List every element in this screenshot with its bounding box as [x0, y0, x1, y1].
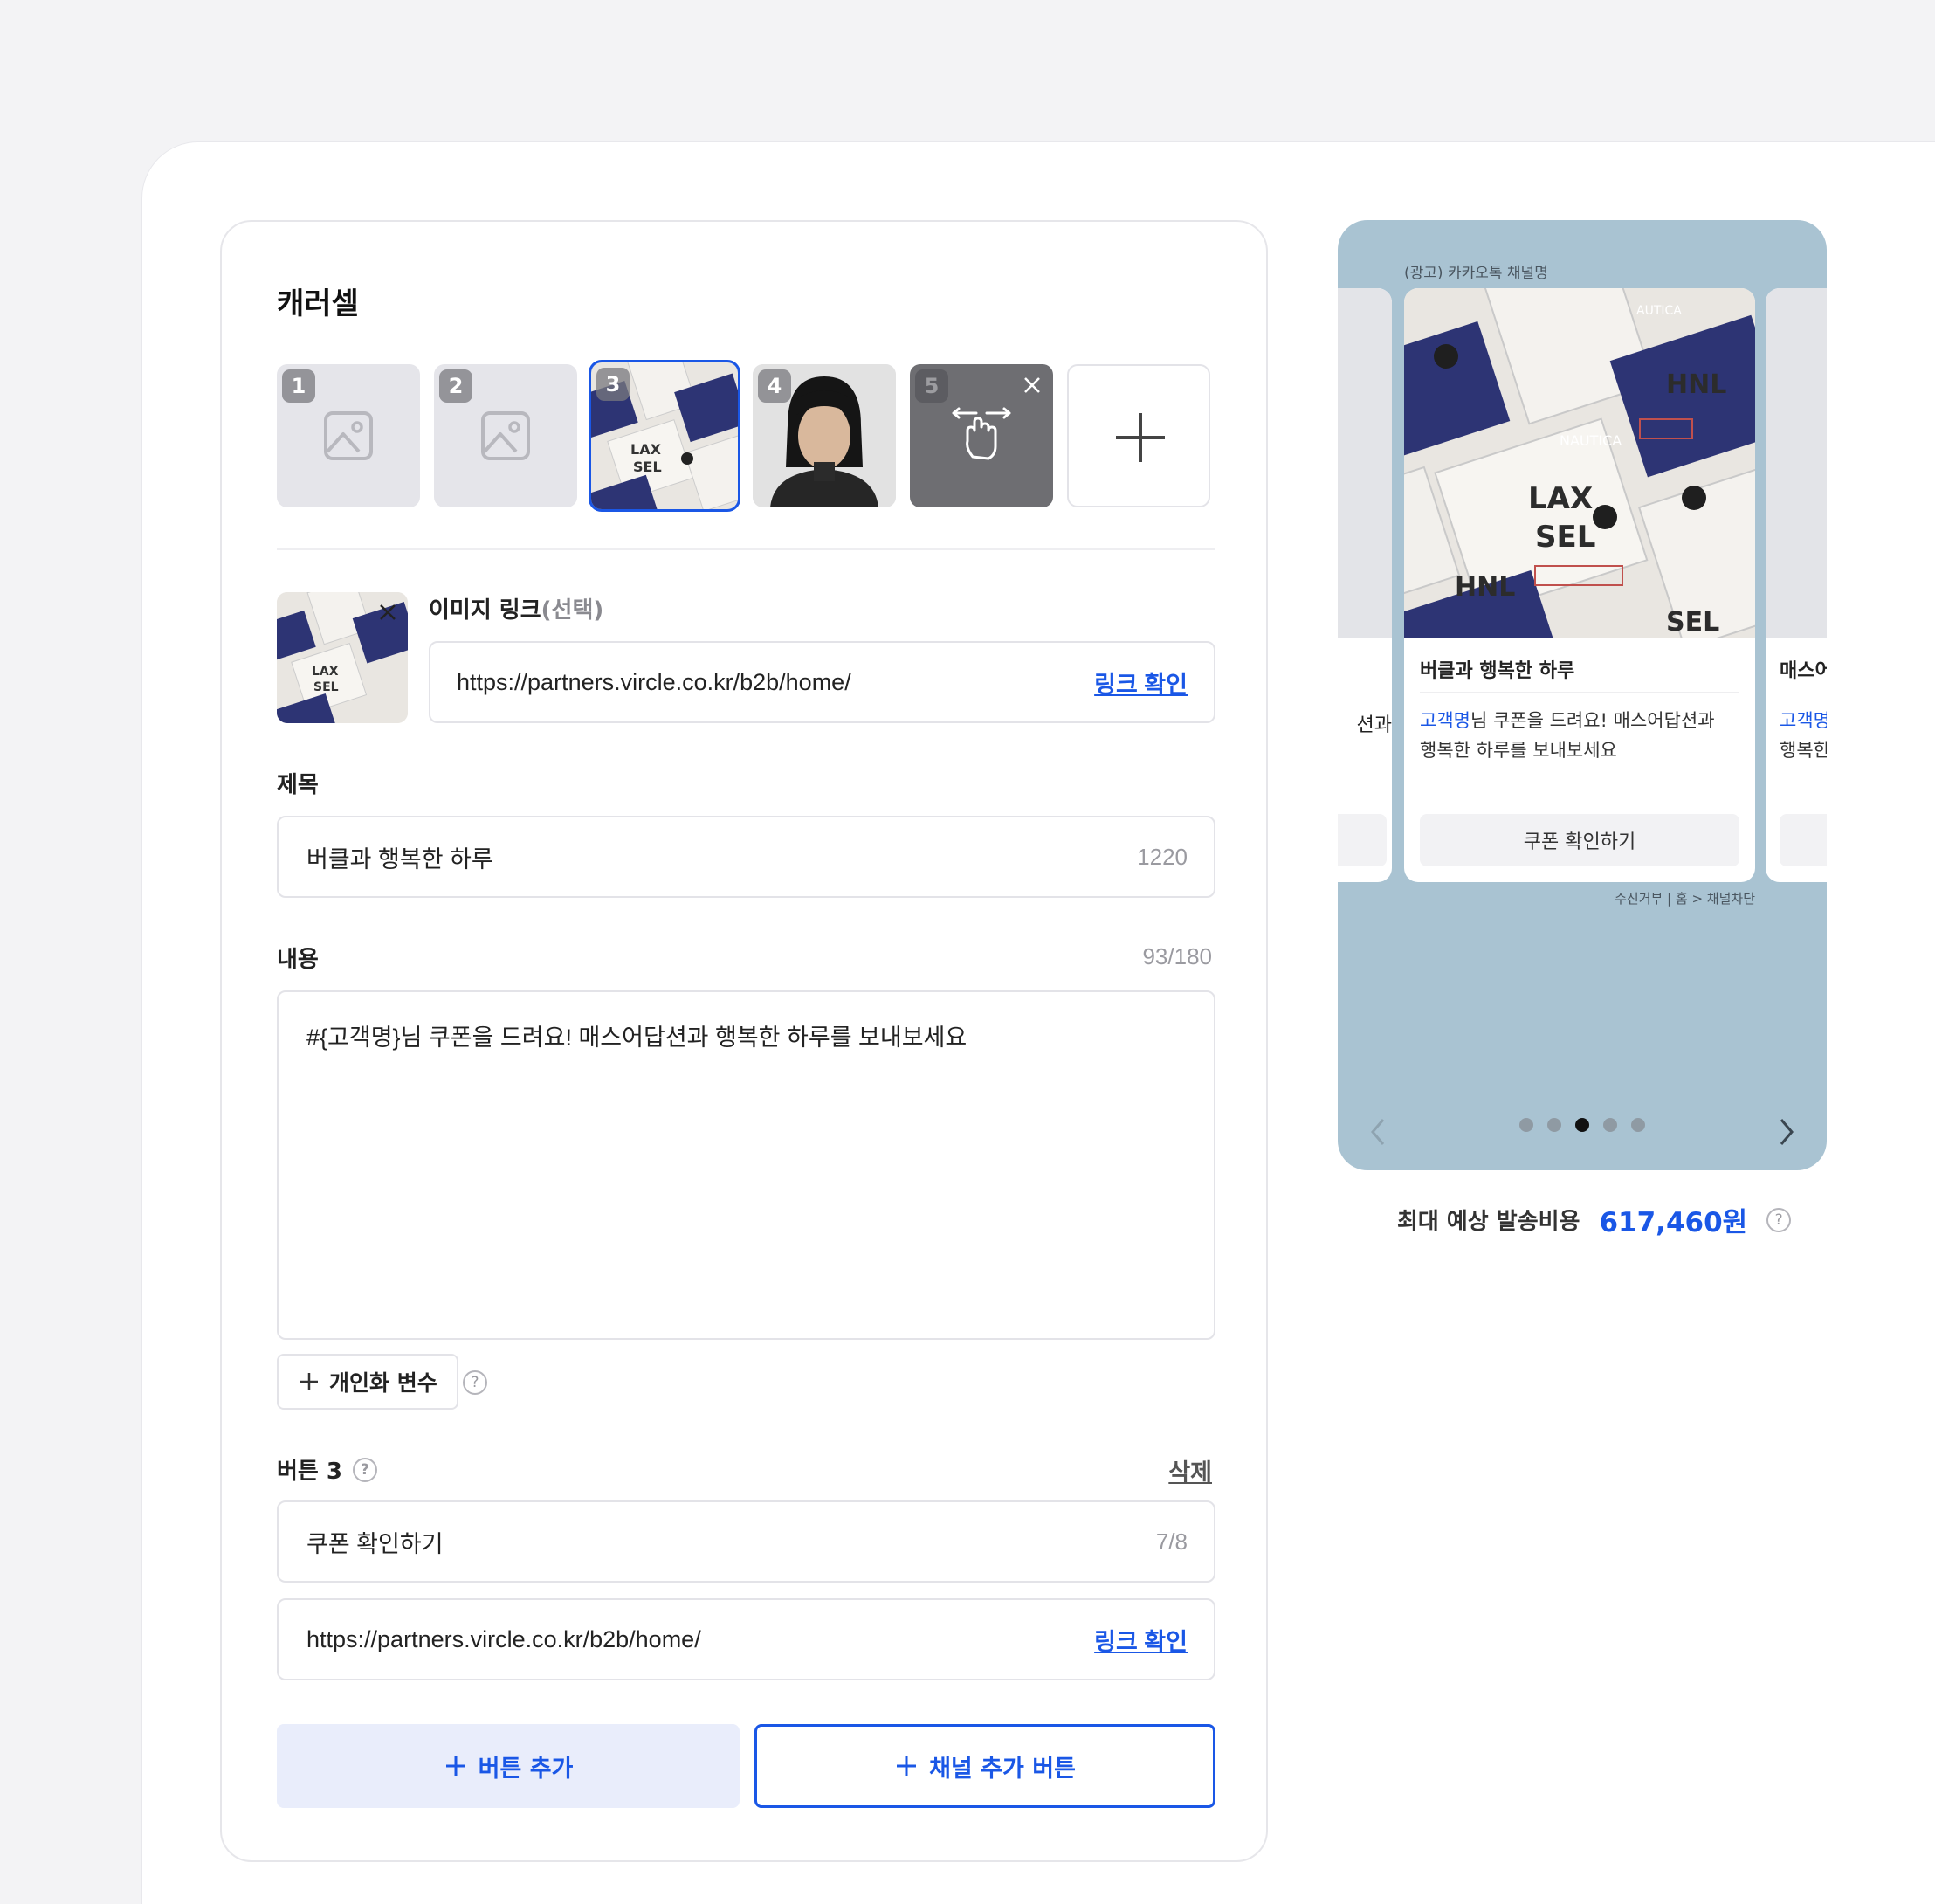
next-card-image [1766, 288, 1827, 638]
card-body: 고객명님 쿠폰을 드려요! 매스어답션과 행복한 하루를 보내보세요 [1420, 706, 1715, 765]
image-link-value: https://partners.vircle.co.kr/b2b/home/ [457, 668, 851, 695]
close-icon[interactable] [1020, 373, 1044, 397]
preview-card[interactable]: LAX SEL HNL SEL HNL NAUTICA AUTICA 버클과 행… [1404, 288, 1755, 882]
slide-thumb-4[interactable]: 4 [753, 364, 896, 507]
carousel-editor-panel: 캐러셀 1 2 LAX SEL 3 4 5 LAX SEL 이미지 링크(선택)… [220, 220, 1268, 1862]
next-card-button [1780, 814, 1827, 866]
personalize-variable-button[interactable]: 개인화 변수 [277, 1354, 458, 1410]
svg-text:SEL: SEL [633, 459, 662, 475]
section-title: 캐러셀 [277, 286, 359, 321]
help-icon[interactable]: ? [352, 1457, 377, 1482]
svg-text:LAX: LAX [1528, 481, 1593, 516]
plus-icon [300, 1373, 318, 1390]
pagination-dot-active[interactable] [1575, 1118, 1589, 1132]
button-url-input[interactable]: https://partners.vircle.co.kr/b2b/home/ … [277, 1598, 1215, 1680]
add-channel-button-label: 채널 추가 버튼 [929, 1755, 1076, 1783]
pagination-dot[interactable] [1631, 1118, 1645, 1132]
image-link-input[interactable]: https://partners.vircle.co.kr/b2b/home/ … [429, 641, 1215, 723]
slide-number-badge: 3 [596, 368, 630, 401]
image-link-label: 이미지 링크(선택) [429, 597, 604, 624]
button-name-input[interactable]: 쿠폰 확인하기 7/8 [277, 1500, 1215, 1583]
slide-number-badge: 4 [758, 369, 791, 403]
card-body-line1: 님 쿠폰을 드려요! 매스어답션과 [1470, 710, 1715, 731]
card-button[interactable]: 쿠폰 확인하기 [1420, 814, 1739, 866]
remove-image-icon[interactable] [375, 599, 401, 625]
card-divider [1420, 692, 1739, 693]
message-preview: (광고) 카카오톡 채널명 션과 LAX SEL HNL SEL HNL NAU… [1338, 220, 1827, 1170]
add-slide-button[interactable] [1067, 364, 1210, 507]
button3-header: 버튼 3 ? [277, 1453, 377, 1486]
slide-number-badge: 5 [915, 369, 948, 403]
content-textarea[interactable]: #{고객명}님 쿠폰을 드려요! 매스어답션과 행복한 하루를 보내보세요 [277, 990, 1215, 1340]
selected-image-preview: LAX SEL [277, 592, 408, 723]
content-char-count: 93/180 [1142, 943, 1212, 969]
svg-text:SEL: SEL [1535, 520, 1595, 555]
plus-icon [1116, 413, 1165, 462]
prev-card-peek[interactable]: 션과 [1338, 288, 1392, 882]
svg-text:LAX: LAX [312, 665, 339, 679]
add-button-button[interactable]: 버튼 추가 [277, 1724, 740, 1808]
title-label: 제목 [277, 772, 319, 798]
svg-text:HNL: HNL [1455, 572, 1515, 603]
pagination-dot[interactable] [1547, 1118, 1561, 1132]
button-name-char-count: 7/8 [1155, 1528, 1188, 1555]
card-title: 버클과 행복한 하루 [1420, 660, 1575, 682]
svg-text:HNL: HNL [1666, 369, 1726, 400]
add-button-label: 버튼 추가 [478, 1755, 574, 1783]
svg-text:NAUTICA: NAUTICA [1560, 432, 1622, 449]
prev-card-body: 션과 [1356, 714, 1392, 736]
estimated-cost: 최대 예상 발송비용 617,460원 ? [1397, 1200, 1792, 1239]
image-placeholder-icon [324, 411, 373, 460]
carousel-pagination [1338, 1118, 1827, 1132]
next-card-title: 매스어 [1780, 660, 1827, 682]
pagination-dot[interactable] [1519, 1118, 1533, 1132]
cost-value: 617,460원 [1599, 1207, 1748, 1238]
add-channel-button[interactable]: 채널 추가 버튼 [754, 1724, 1215, 1808]
drag-hand-icon[interactable] [947, 401, 1016, 471]
title-value: 버클과 행복한 하루 [306, 845, 493, 873]
image-link-check-button[interactable]: 링크 확인 [1094, 666, 1188, 700]
card-image: LAX SEL HNL SEL HNL NAUTICA AUTICA [1404, 288, 1755, 638]
plus-icon [897, 1756, 917, 1776]
button3-delete-link[interactable]: 삭제 [1168, 1453, 1212, 1487]
plus-icon [445, 1756, 465, 1776]
prev-card-image [1338, 288, 1392, 638]
personalize-label: 개인화 변수 [329, 1370, 437, 1396]
content-value: #{고객명}님 쿠폰을 드려요! 매스어답션과 행복한 하루를 보내보세요 [306, 1024, 968, 1051]
svg-text:SEL: SEL [1666, 607, 1719, 638]
content-label: 내용 [277, 947, 319, 973]
button-url-value: https://partners.vircle.co.kr/b2b/home/ [306, 1625, 701, 1652]
svg-text:SEL: SEL [313, 680, 339, 694]
unsubscribe-footer: 수신거부 | 홈 > 채널차단 [1615, 891, 1755, 907]
slide-thumb-2[interactable]: 2 [434, 364, 577, 507]
cost-label: 최대 예상 발송비용 [1397, 1209, 1580, 1235]
svg-text:LAX: LAX [630, 441, 662, 458]
slide-thumb-5[interactable]: 5 [910, 364, 1053, 507]
section-divider [277, 548, 1215, 550]
slide-thumb-1[interactable]: 1 [277, 364, 420, 507]
next-card-peek[interactable]: 매스어 고객명 행복한 [1766, 288, 1827, 882]
help-icon[interactable]: ? [1766, 1207, 1792, 1232]
button3-label: 버튼 3 [277, 1459, 342, 1485]
boarding-pass-photo: LAX SEL HNL SEL HNL NAUTICA AUTICA [1404, 288, 1755, 638]
channel-name: (광고) 카카오톡 채널명 [1404, 265, 1548, 282]
button-url-check-button[interactable]: 링크 확인 [1094, 1623, 1188, 1657]
slide-thumbnails: 1 2 LAX SEL 3 4 5 [277, 360, 1220, 512]
prev-card-button [1338, 814, 1387, 866]
next-card-body: 고객명 행복한 [1780, 710, 1827, 761]
help-icon[interactable]: ? [463, 1370, 487, 1395]
card-body-variable: 고객명 [1420, 710, 1470, 731]
pagination-dot[interactable] [1603, 1118, 1617, 1132]
card-body-line2: 행복한 하루를 보내보세요 [1420, 740, 1617, 761]
image-placeholder-icon [481, 411, 530, 460]
button-name-value: 쿠폰 확인하기 [306, 1530, 444, 1557]
title-char-count: 1220 [1137, 843, 1188, 870]
slide-thumb-3[interactable]: LAX SEL 3 [589, 360, 740, 512]
svg-text:AUTICA: AUTICA [1636, 304, 1682, 318]
title-input[interactable]: 버클과 행복한 하루 1220 [277, 816, 1215, 898]
